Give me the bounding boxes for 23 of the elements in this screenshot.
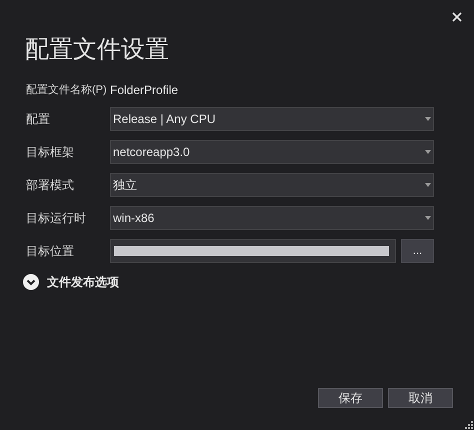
caret-icon [425, 117, 431, 121]
dialog-title: 配置文件设置 [25, 35, 169, 65]
dropdown[interactable]: Release | Any CPU [110, 107, 434, 131]
dropdown[interactable]: netcoreapp3.0 [110, 140, 434, 164]
expander[interactable]: 文件发布选项 [23, 273, 119, 291]
dialog-button[interactable]: 保存 [318, 388, 383, 408]
field-label: 部署模式 [26, 177, 75, 194]
input-field[interactable] [110, 239, 396, 263]
caret-icon [425, 183, 431, 187]
caret-icon [425, 150, 431, 154]
field-label: 目标框架 [26, 144, 75, 161]
field-label: 配置文件名称(P) [26, 82, 108, 98]
caret-icon [425, 216, 431, 220]
dialog-button[interactable]: 取消 [388, 388, 453, 408]
field-label: 目标运行时 [26, 210, 87, 227]
resize-grip-icon[interactable] [465, 421, 473, 429]
field-label: 配置 [26, 111, 51, 128]
field-label: 目标位置 [26, 243, 75, 260]
dropdown[interactable]: win-x86 [110, 206, 434, 230]
dropdown[interactable]: 独立 [110, 173, 434, 197]
browse-button[interactable]: ... [401, 239, 434, 263]
profile-name-value: FolderProfile [110, 82, 178, 99]
close-icon [452, 12, 462, 22]
